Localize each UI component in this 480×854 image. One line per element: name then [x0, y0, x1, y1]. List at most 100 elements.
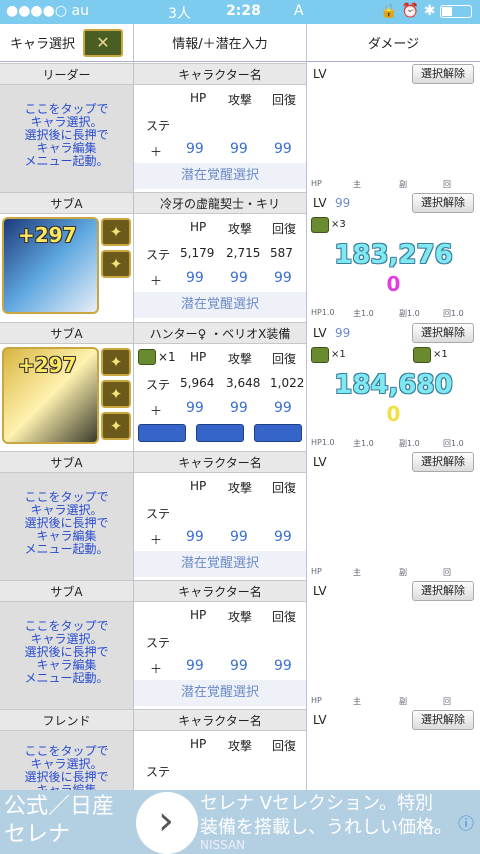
slot-char-name: キャラクター名 — [134, 451, 306, 473]
lv-label: LV — [313, 326, 327, 340]
stats-panel: HP 攻撃 回復 ステ ＋ 99 99 99 潜在覚醒選択 — [134, 85, 306, 192]
axis-label: HP1.0 — [311, 438, 335, 447]
char-select-header[interactable]: キャラ選択 ✕ — [0, 24, 133, 62]
release-button[interactable]: 選択解除 — [412, 710, 474, 730]
slot-section: サブA キャラクター名 ここをタップで キャラ選択。 選択後に長押で キャラ編集 メニュー起… — [0, 451, 480, 580]
stats-header-row: HP 攻撃 回復 — [134, 473, 306, 499]
slot-char-name: 冷牙の虚龍契士・キリ — [134, 192, 306, 214]
slot-role: フレンド — [0, 709, 133, 731]
plus-hp-input[interactable]: 99 — [186, 658, 204, 674]
rcv-header: 回復 — [272, 352, 297, 366]
char-select-label: キャラ選択 — [9, 37, 75, 52]
killer-mult: ×3 — [331, 219, 346, 230]
info-icon[interactable]: ⓘ — [458, 810, 474, 834]
ad-left-line1: 公式／日産 — [4, 794, 115, 819]
killer-icon — [413, 347, 431, 363]
plus-rcv-input[interactable]: 99 — [274, 658, 292, 674]
latent-select-button[interactable]: 潜在覚醒選択 — [134, 292, 306, 318]
chevron-right-icon: › — [158, 798, 174, 844]
hp-header: HP — [190, 479, 207, 493]
slot-char-area[interactable]: +297 ✦ ✦ — [0, 214, 133, 321]
slot-char-name: ハンター♀ ・ベリオX装備 — [134, 322, 306, 344]
latent-awakening-icon[interactable] — [138, 424, 186, 442]
atk-header: 攻撃 — [228, 739, 253, 753]
slot-char-name: キャラクター名 — [134, 63, 306, 85]
stats-panel: HP 攻撃 回復 ステ ＋ 99 99 99 潜在覚醒選択 — [134, 602, 306, 709]
release-button[interactable]: 選択解除 — [412, 323, 474, 343]
axis-label: HP — [311, 696, 322, 705]
character-portrait[interactable]: +297 — [2, 217, 99, 314]
axis-label: HP1.0 — [311, 308, 335, 317]
plus-atk-input[interactable]: 99 — [230, 141, 248, 157]
ad-arrow-button[interactable]: › — [136, 792, 198, 854]
killer-mult: ×1 — [158, 350, 176, 364]
plus-atk-input[interactable]: 99 — [230, 400, 248, 416]
latent-select-button[interactable]: 潜在覚醒選択 — [134, 551, 306, 577]
status-letter[interactable]: A — [294, 3, 304, 19]
tap-hint: ここをタップでキャラ選択。選択後に長押でキャラ編集メニュー起動。 — [0, 103, 133, 168]
plus-hp-input[interactable]: 99 — [186, 529, 204, 545]
slot-section: サブA ハンター♀ ・ベリオX装備 +297 ✦ ✦ ✦ ×1 HP 攻撃 回復 ステ 5,964 3,… — [0, 322, 480, 451]
release-button[interactable]: 選択解除 — [412, 452, 474, 472]
carrier-text: ●●●●○ au — [6, 3, 89, 19]
killer-mult: ×1 — [331, 349, 346, 360]
damage-value: 184,680 — [334, 370, 453, 400]
axis-labels: HP 主 副 回 — [307, 178, 480, 190]
lv-value: 99 — [335, 326, 351, 340]
axis-labels: HP 主 副 回 — [307, 695, 480, 707]
axis-label: 副 — [399, 697, 407, 706]
stats-header-row: HP 攻撃 回復 — [134, 214, 306, 240]
ad-banner[interactable]: 公式／日産 セレナ › セレナ Vセレクション。特別 装備を搭載し、うれしい価格… — [0, 790, 480, 854]
slot-char-area[interactable]: ここをタップでキャラ選択。選択後に長押でキャラ編集メニュー起動。 — [0, 473, 133, 580]
slot-char-area[interactable]: ここをタップでキャラ選択。選択後に長押でキャラ編集メニュー起動。 — [0, 602, 133, 709]
tap-hint: ここをタップでキャラ選択。選択後に長押でキャラ編集メニュー起動。 — [0, 491, 133, 556]
stats-row: ステ 5,179 2,715 587 — [134, 240, 306, 266]
hp-value: 5,964 — [180, 376, 215, 390]
latent-awakening-icon[interactable] — [196, 424, 244, 442]
atk-header: 攻撃 — [228, 610, 253, 624]
damage-panel: LV 99 選択解除 ×3 183,276 0 HP1.0 主1.0 副1.0 回1.0 — [307, 192, 480, 321]
slot-char-name: キャラクター名 — [134, 580, 306, 602]
plus-hp-input[interactable]: 99 — [186, 270, 204, 286]
plus-hp-input[interactable]: 99 — [186, 400, 204, 416]
slot-role: リーダー — [0, 63, 133, 85]
latent-select-button[interactable]: 潜在覚醒選択 — [134, 680, 306, 706]
rcv-value: 1,022 — [270, 376, 305, 390]
slot-char-area[interactable]: ここをタップでキャラ選択。選択後に長押でキャラ編集メニュー起動。 — [0, 85, 133, 192]
status-tab[interactable]: 3人 — [168, 3, 191, 23]
plus-rcv-input[interactable]: 99 — [274, 270, 292, 286]
atk-header: 攻撃 — [228, 352, 253, 366]
plus-atk-input[interactable]: 99 — [230, 270, 248, 286]
plus-rcv-input[interactable]: 99 — [274, 141, 292, 157]
slot-char-area[interactable]: +297 ✦ ✦ ✦ — [0, 344, 133, 451]
axis-label: HP — [311, 567, 322, 576]
plus-hp-input[interactable]: 99 — [186, 141, 204, 157]
axis-label: 副 — [399, 568, 407, 577]
stats-panel: HP 攻撃 回復 ステ 5,179 2,715 587 ＋ 99 99 99 潜在覚醒選択 — [134, 214, 306, 321]
stats-header-row: ×1 HP 攻撃 回復 — [134, 344, 306, 370]
latent-awakening-icon[interactable] — [254, 424, 302, 442]
plus-row: ＋ 99 99 99 — [134, 525, 306, 551]
plus-rcv-input[interactable]: 99 — [274, 400, 292, 416]
plus-atk-input[interactable]: 99 — [230, 658, 248, 674]
character-portrait[interactable]: +297 — [2, 347, 99, 444]
ad-right-line2: 装備を搭載し、うれしい価格。 — [200, 817, 452, 838]
stats-label: ステ — [146, 248, 171, 262]
awakening-icon: ✦ — [101, 412, 131, 440]
latent-select-button[interactable]: 潜在覚醒選択 — [134, 163, 306, 189]
release-button[interactable]: 選択解除 — [412, 193, 474, 213]
plus-rcv-input[interactable]: 99 — [274, 529, 292, 545]
damage-value: 183,276 — [334, 240, 453, 270]
lv-label: LV — [313, 67, 327, 81]
sub-damage-value: 0 — [386, 402, 401, 426]
tap-hint-line: メニュー起動。 — [24, 154, 109, 168]
damage-panel: LV 選択解除 HP 主 副 回 — [307, 451, 480, 580]
team-icon[interactable]: ✕ — [83, 28, 123, 57]
release-button[interactable]: 選択解除 — [412, 64, 474, 84]
damage-panel: LV 選択解除 HP 主 副 回 — [307, 63, 480, 192]
slot-char-area[interactable]: ここをタップでキャラ選択。選択後に長押でキャラ編集メニュー起動。 — [0, 731, 133, 810]
plus-badge: +297 — [18, 223, 77, 247]
axis-label: 回 — [443, 180, 451, 189]
release-button[interactable]: 選択解除 — [412, 581, 474, 601]
plus-atk-input[interactable]: 99 — [230, 529, 248, 545]
